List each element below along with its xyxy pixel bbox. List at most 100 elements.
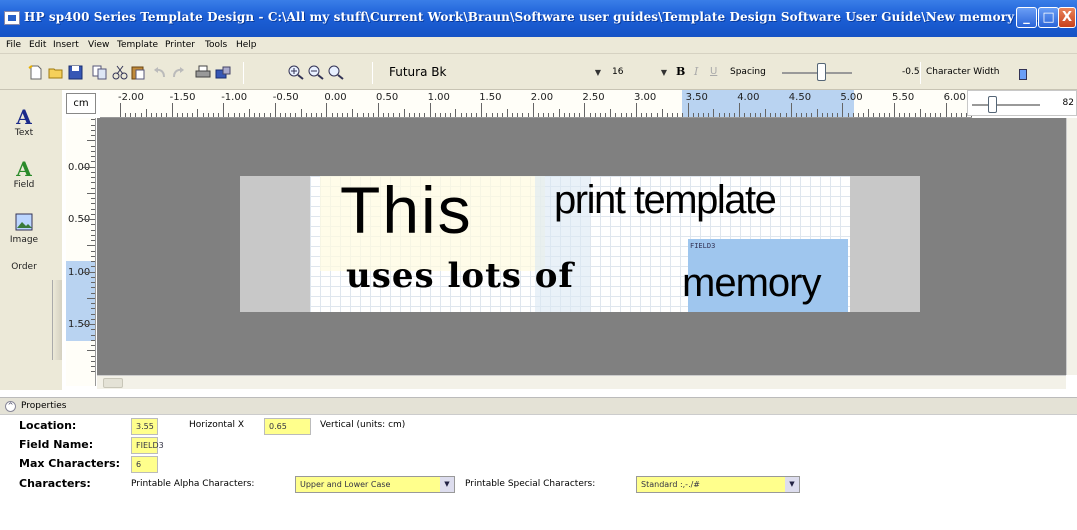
ruler-tick <box>744 113 746 117</box>
text-object-print-template[interactable]: print template <box>554 178 777 223</box>
text-tool[interactable]: A Text <box>4 106 44 138</box>
ruler-tick <box>419 113 421 117</box>
ruler-tick <box>723 113 725 117</box>
menu-help[interactable]: Help <box>236 40 257 50</box>
ruler-tick <box>636 103 637 117</box>
max-characters-input[interactable]: 6 <box>131 456 158 473</box>
ruler-tick <box>543 113 545 117</box>
label-template[interactable]: FIELD3 This print template uses lots of … <box>240 176 920 312</box>
text-object-uses-lots-of[interactable]: uses lots of <box>346 256 574 296</box>
zoom-in-icon[interactable] <box>288 65 304 80</box>
vertical-y-field[interactable]: 0.65 <box>264 418 311 435</box>
character-width-slider-track[interactable] <box>972 104 1040 106</box>
ruler-tick <box>904 113 906 117</box>
field-tool[interactable]: A Field <box>4 158 44 190</box>
ruler-label: -0.50 <box>272 92 299 103</box>
scrollbar-thumb[interactable] <box>103 378 123 388</box>
menu-tools[interactable]: Tools <box>205 40 227 50</box>
ruler-tick <box>486 113 488 117</box>
ruler-tick <box>91 276 95 278</box>
ruler-tick <box>83 219 95 220</box>
ruler-tick <box>176 113 178 117</box>
ruler-label: 5.50 <box>892 92 915 103</box>
ruler-tick <box>589 113 591 117</box>
title-bar[interactable]: HP sp400 Series Template Design - C:\All… <box>0 0 1077 37</box>
app-icon[interactable] <box>4 11 20 25</box>
character-width-toggle[interactable] <box>1019 69 1027 80</box>
ruler-tick <box>202 113 204 117</box>
toolbox-collapse-handle[interactable] <box>52 280 62 360</box>
ruler-tick <box>91 313 95 315</box>
order-tool[interactable]: Order <box>4 262 44 272</box>
maximize-button[interactable]: □ <box>1038 7 1059 28</box>
underline-button[interactable]: U <box>710 66 717 77</box>
italic-button[interactable]: I <box>694 65 698 78</box>
chevron-down-icon[interactable]: ▼ <box>592 63 604 82</box>
field-name-input[interactable]: FIELD3 <box>131 437 164 454</box>
chevron-down-icon[interactable]: ▼ <box>658 63 670 82</box>
ruler-tick <box>91 339 95 341</box>
spacing-slider-thumb[interactable] <box>817 63 826 81</box>
ruler-tick <box>156 113 158 117</box>
new-icon[interactable] <box>28 65 44 80</box>
horizontal-x-field[interactable]: 3.55 <box>131 418 158 435</box>
font-size-select[interactable]: 16 <box>612 67 623 77</box>
image-icon <box>15 213 33 231</box>
ruler-tick <box>91 161 95 163</box>
menu-template[interactable]: Template <box>117 40 158 50</box>
tool-palette: A Text A Field Image Order <box>0 90 62 390</box>
cut-icon[interactable] <box>112 65 128 80</box>
chevron-down-icon[interactable]: ▼ <box>785 477 799 492</box>
undo-icon[interactable] <box>152 65 168 80</box>
character-width-slider-thumb[interactable] <box>988 96 997 113</box>
ruler-tick <box>87 192 95 194</box>
font-name-select[interactable]: Futura Bk <box>384 63 600 82</box>
menu-edit[interactable]: Edit <box>29 40 46 50</box>
zoom-out-icon[interactable] <box>308 65 324 80</box>
ruler-tick <box>955 113 957 117</box>
chevron-down-icon[interactable]: ▼ <box>440 477 454 492</box>
menu-file[interactable]: File <box>6 40 21 50</box>
alpha-characters-select[interactable]: Upper and Lower Case ▼ <box>295 476 455 493</box>
save-icon[interactable] <box>68 65 84 80</box>
print-icon[interactable] <box>195 65 211 80</box>
close-button[interactable]: X <box>1058 7 1076 28</box>
ruler-tick <box>945 103 947 117</box>
ruler-tick <box>403 109 405 117</box>
open-icon[interactable] <box>48 65 64 80</box>
ruler-tick <box>703 113 705 117</box>
ruler-tick <box>950 113 952 117</box>
special-characters-select[interactable]: Standard :,-./# ▼ <box>636 476 800 493</box>
menu-printer[interactable]: Printer <box>165 40 195 50</box>
text-object-this[interactable]: This <box>340 176 473 248</box>
collapse-icon[interactable]: ^ <box>5 401 16 412</box>
bold-button[interactable]: B <box>676 65 685 78</box>
image-tool[interactable]: Image <box>4 212 44 245</box>
printable-area[interactable]: FIELD3 This print template uses lots of … <box>310 176 850 312</box>
ruler-tick <box>218 113 220 117</box>
design-canvas[interactable]: FIELD3 This print template uses lots of … <box>97 118 1066 375</box>
text-tool-label: Text <box>14 128 34 138</box>
ruler-label: -1.50 <box>169 92 196 103</box>
redo-icon[interactable] <box>170 65 186 80</box>
ruler-tick <box>91 250 95 252</box>
paste-icon[interactable] <box>130 65 146 80</box>
vertical-scrollbar[interactable] <box>1066 118 1077 375</box>
ruler-unit-selector[interactable]: cm <box>66 93 96 114</box>
minimize-button[interactable]: _ <box>1016 7 1037 28</box>
character-width-slider-popup[interactable]: 82 <box>967 90 1077 116</box>
ruler-tick <box>470 113 472 117</box>
menu-insert[interactable]: Insert <box>53 40 79 50</box>
send-to-printer-icon[interactable] <box>215 65 231 80</box>
ruler-label: 6.00 <box>943 92 966 103</box>
toolbar-separator <box>920 62 921 84</box>
properties-title: Properties <box>21 401 67 411</box>
ruler-tick <box>274 103 276 117</box>
zoom-fit-icon[interactable] <box>328 65 344 80</box>
copy-icon[interactable] <box>92 65 108 80</box>
properties-header[interactable]: ^ Properties <box>0 397 1077 415</box>
horizontal-scrollbar[interactable] <box>97 375 1066 389</box>
field-object-memory[interactable]: memory <box>682 261 821 306</box>
menu-view[interactable]: View <box>88 40 109 50</box>
ruler-tick <box>434 113 436 117</box>
